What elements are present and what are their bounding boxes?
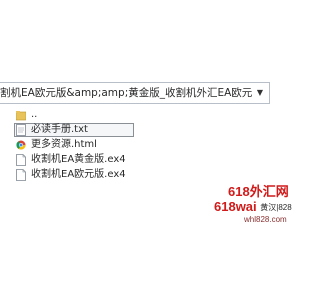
- list-item-gold-ea[interactable]: 收割机EA黄金版.ex4: [14, 153, 214, 167]
- list-item-label: 收割机EA黄金版.ex4: [31, 154, 126, 165]
- chrome-html-icon: [16, 140, 26, 150]
- chevron-down-icon[interactable]: ▼: [254, 86, 266, 100]
- watermark-subtitle: 618wai 黄汉|828: [214, 199, 294, 215]
- list-item-label: 更多资源.html: [31, 139, 97, 150]
- list-item-label: 收割机EA欧元版.ex4: [31, 169, 126, 180]
- list-item-label: 必读手册.txt: [31, 124, 88, 135]
- blank-file-icon: [16, 154, 26, 166]
- text-file-icon: [16, 124, 26, 136]
- watermark-cn: 黄汉|828: [260, 203, 292, 213]
- watermark-brand: 618wai: [214, 199, 257, 214]
- file-list: .. 必读手册.txt 更多资源.html 收割机EA黄金版.ex4 收割机EA…: [14, 108, 214, 183]
- list-item-euro-ea[interactable]: 收割机EA欧元版.ex4: [14, 168, 214, 182]
- file-browser-window: 割机EA欧元版&amp;amp;黄金版_收割机外汇EA欧元版& ▼ .. 必读手…: [0, 0, 300, 300]
- watermark-logo: 618外汇网 618wai 黄汉|828 whl828.com: [214, 184, 294, 225]
- watermark-title: 618外汇网: [228, 184, 289, 199]
- watermark-url: whl828.com: [244, 215, 287, 225]
- list-item-readme[interactable]: 必读手册.txt: [14, 123, 214, 137]
- list-item-parent-folder[interactable]: ..: [14, 108, 214, 122]
- list-item-more-resources[interactable]: 更多资源.html: [14, 138, 214, 152]
- folder-up-icon: [16, 111, 26, 121]
- list-item-label: ..: [31, 109, 38, 120]
- address-bar[interactable]: 割机EA欧元版&amp;amp;黄金版_收割机外汇EA欧元版& ▼: [0, 82, 270, 104]
- blank-file-icon: [16, 169, 26, 181]
- address-path[interactable]: 割机EA欧元版&amp;amp;黄金版_收割机外汇EA欧元版&: [0, 86, 252, 100]
